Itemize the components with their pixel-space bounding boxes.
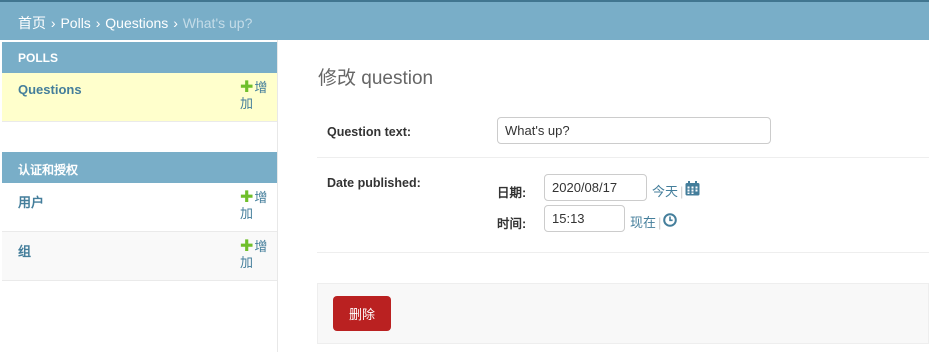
add-question-link[interactable]: ✚增加: [240, 80, 274, 112]
module-caption-label: POLLS: [18, 51, 59, 65]
sidebar: POLLS Questions ✚增加 认证和授权 用户 ✚增加 组 ✚增加: [0, 40, 278, 352]
now-link[interactable]: 现在: [630, 215, 656, 230]
plus-icon: ✚: [240, 238, 254, 255]
breadcrumb-separator: ›: [173, 15, 178, 31]
breadcrumb-home-link[interactable]: 首页: [18, 15, 46, 31]
date-published-row: Date published: 日期: 今天| 时间: 现在|: [317, 158, 929, 253]
date-label: 日期:: [497, 186, 527, 200]
time-shortcuts: 现在 |: [630, 212, 663, 231]
submit-row: 删除: [317, 283, 929, 344]
plus-icon: ✚: [240, 79, 254, 96]
delete-button[interactable]: 删除: [333, 296, 391, 331]
shortcut-separator: |: [680, 184, 684, 199]
sidebar-link-questions[interactable]: Questions: [18, 82, 82, 97]
sidebar-link-groups[interactable]: 组: [18, 241, 31, 260]
page-title: 修改 question: [318, 68, 434, 89]
calendar-icon[interactable]: [685, 181, 700, 199]
time-input[interactable]: [544, 205, 625, 232]
clock-icon[interactable]: [663, 213, 677, 230]
date-shortcuts: 今天 |: [652, 181, 685, 200]
date-input[interactable]: [544, 174, 647, 201]
sidebar-link-users[interactable]: 用户: [18, 192, 44, 211]
main-content: 修改 question Question text: Date publishe…: [278, 40, 929, 352]
breadcrumb: 首页 › Polls › Questions › What's up?: [0, 2, 929, 40]
question-text-label: Question text:: [327, 125, 412, 139]
question-text-input[interactable]: [497, 117, 771, 144]
add-user-link[interactable]: ✚增加: [240, 190, 274, 222]
breadcrumb-polls-link[interactable]: Polls: [60, 15, 90, 31]
breadcrumb-current: What's up?: [182, 15, 253, 31]
shortcut-separator: |: [658, 215, 662, 230]
date-published-label: Date published:: [327, 176, 421, 190]
module-caption-auth: 认证和授权: [2, 152, 277, 183]
question-text-row: Question text:: [317, 107, 929, 158]
add-group-link[interactable]: ✚增加: [240, 239, 274, 271]
breadcrumb-separator: ›: [50, 15, 56, 31]
sidebar-item-questions: Questions ✚增加: [2, 73, 277, 122]
time-label: 时间:: [497, 217, 527, 231]
breadcrumb-separator: ›: [95, 15, 101, 31]
today-link[interactable]: 今天: [652, 184, 678, 199]
sidebar-item-users: 用户 ✚增加: [2, 183, 277, 232]
module-caption-polls: POLLS: [2, 42, 277, 73]
sidebar-item-groups: 组 ✚增加: [2, 232, 277, 281]
plus-icon: ✚: [240, 189, 254, 206]
module-caption-label: 认证和授权: [18, 163, 79, 177]
breadcrumb-questions-link[interactable]: Questions: [105, 15, 168, 31]
